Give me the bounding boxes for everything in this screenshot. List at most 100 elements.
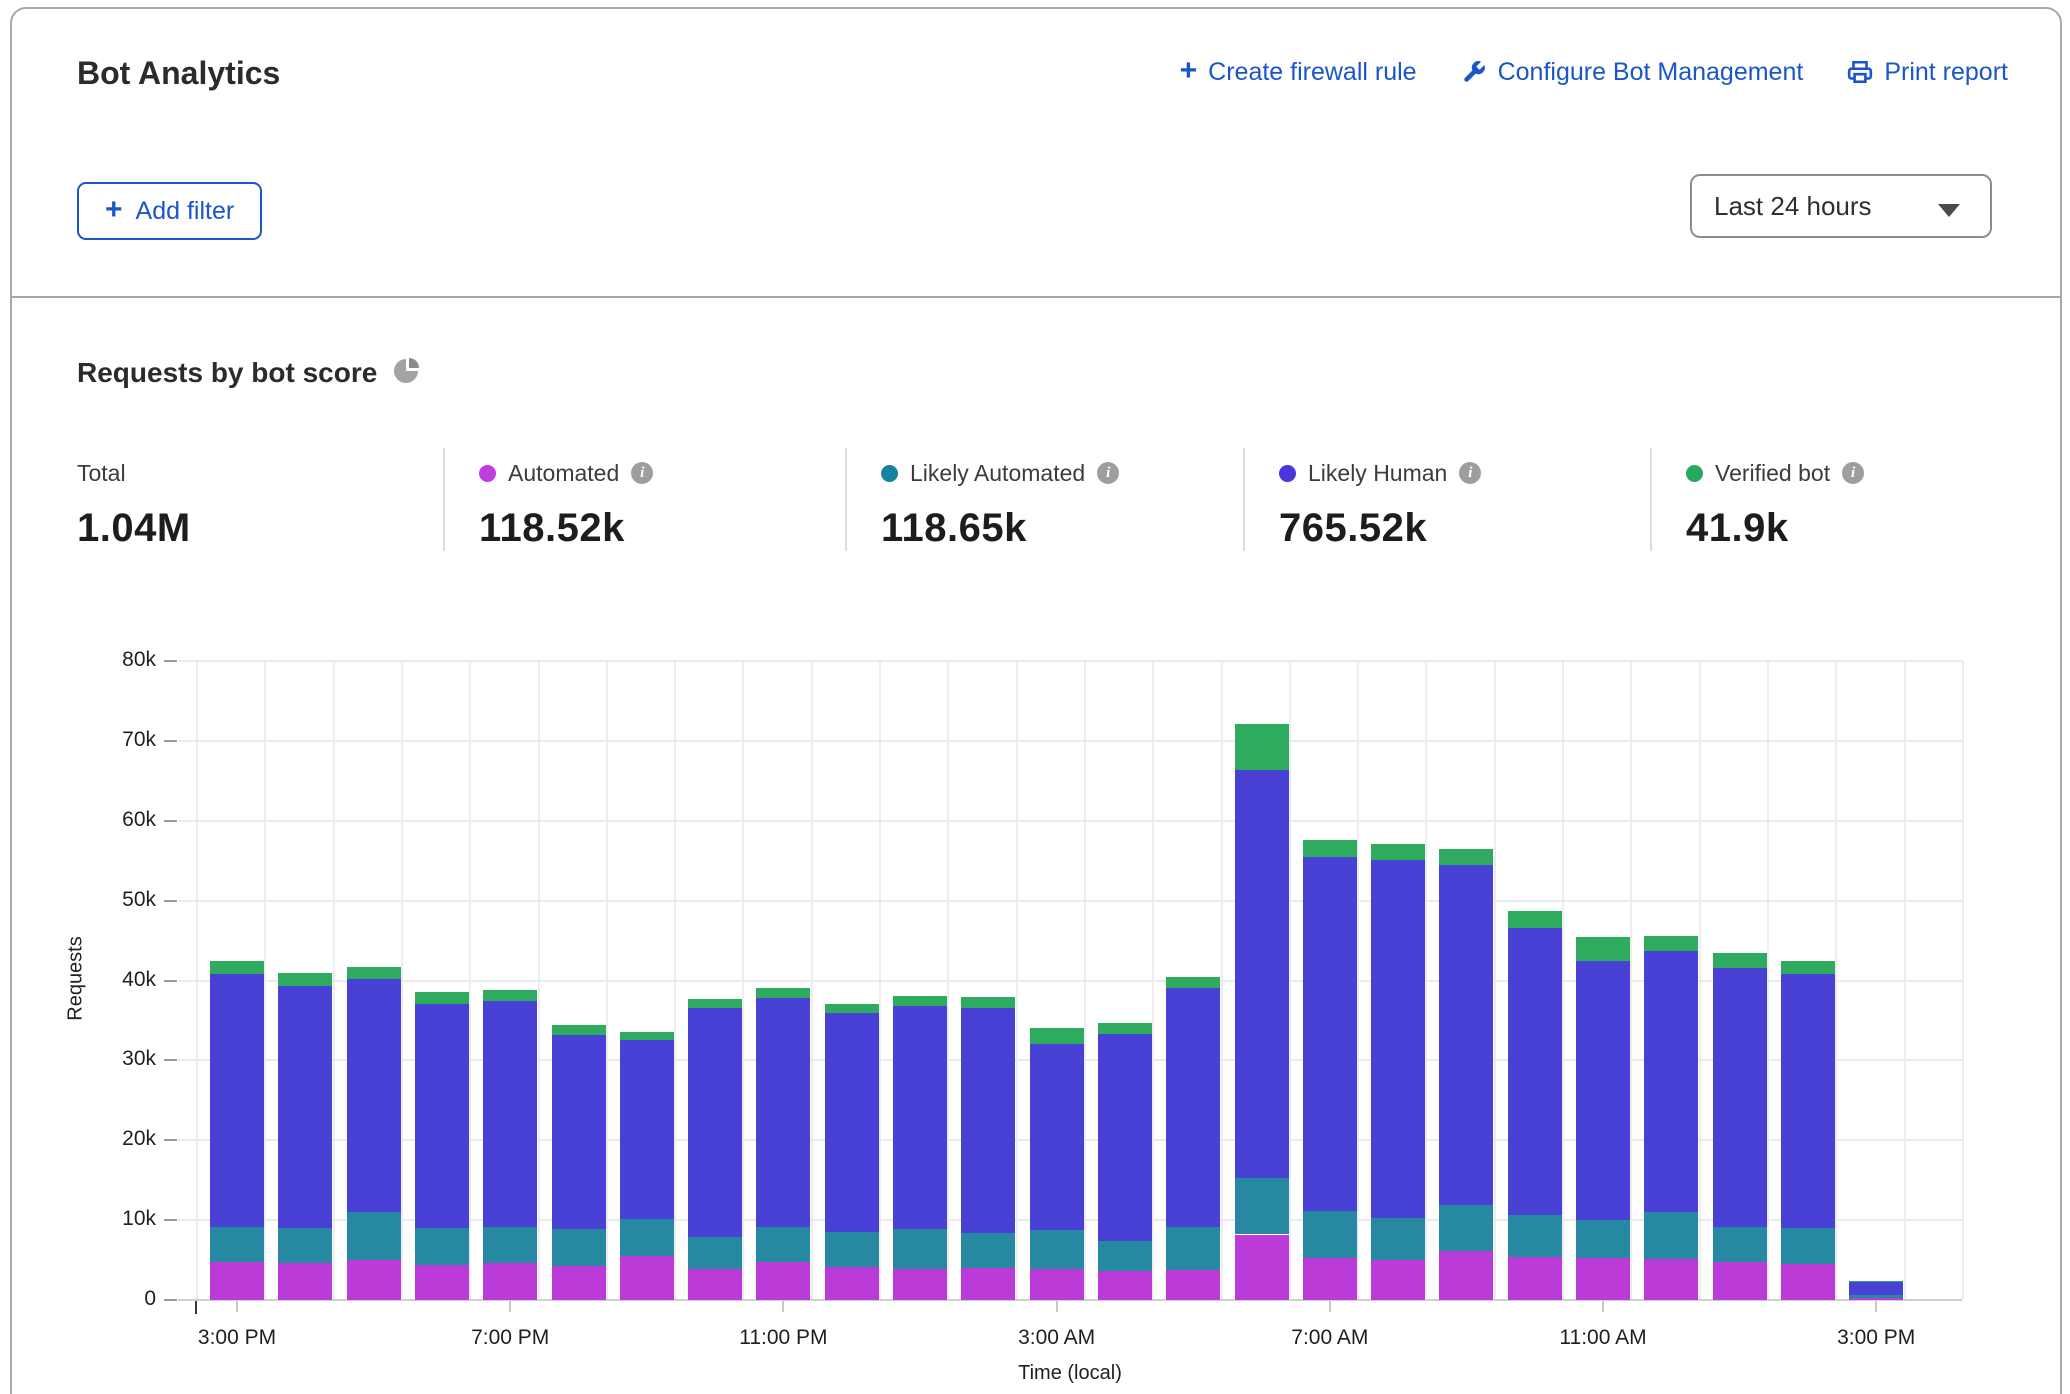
bar-segment-likely-human[interactable]: [552, 1035, 606, 1229]
bar-segment-likely-human[interactable]: [1644, 951, 1698, 1212]
bar-segment-automated[interactable]: [1098, 1271, 1152, 1300]
bar-segment-automated[interactable]: [620, 1256, 674, 1300]
bar-segment-verified-bot[interactable]: [1098, 1023, 1152, 1034]
bar-segment-likely-automated[interactable]: [1439, 1205, 1493, 1251]
bar-segment-automated[interactable]: [1371, 1260, 1425, 1300]
bar-segment-automated[interactable]: [1576, 1258, 1630, 1300]
bar-segment-likely-human[interactable]: [1235, 770, 1289, 1177]
bar-segment-verified-bot[interactable]: [688, 999, 742, 1009]
bar-segment-automated[interactable]: [1030, 1269, 1084, 1300]
bar-segment-automated[interactable]: [483, 1263, 537, 1300]
bar-segment-likely-human[interactable]: [1508, 928, 1562, 1216]
bar-segment-automated[interactable]: [756, 1262, 810, 1300]
bar-segment-automated[interactable]: [893, 1269, 947, 1300]
bar-segment-likely-automated[interactable]: [347, 1212, 401, 1260]
bar-segment-automated[interactable]: [688, 1269, 742, 1300]
bar-segment-likely-human[interactable]: [1576, 961, 1630, 1220]
bar-segment-likely-automated[interactable]: [825, 1232, 879, 1267]
bar-segment-automated[interactable]: [347, 1260, 401, 1300]
bar-segment-verified-bot[interactable]: [1166, 977, 1220, 988]
bar-segment-likely-human[interactable]: [893, 1006, 947, 1229]
bar-segment-automated[interactable]: [1713, 1262, 1767, 1300]
bar-segment-automated[interactable]: [278, 1263, 332, 1300]
bar-segment-verified-bot[interactable]: [756, 988, 810, 998]
bar-segment-verified-bot[interactable]: [1713, 953, 1767, 967]
bar-segment-verified-bot[interactable]: [825, 1004, 879, 1014]
bar-segment-automated[interactable]: [1303, 1258, 1357, 1300]
bar-segment-likely-automated[interactable]: [552, 1229, 606, 1266]
bar-segment-verified-bot[interactable]: [210, 961, 264, 975]
bar-segment-likely-automated[interactable]: [1849, 1295, 1903, 1297]
time-range-dropdown[interactable]: Last 24 hours: [1690, 174, 1992, 238]
bar-segment-likely-human[interactable]: [483, 1001, 537, 1227]
bar-segment-automated[interactable]: [1166, 1270, 1220, 1300]
bar-segment-likely-human[interactable]: [620, 1040, 674, 1218]
bar-segment-likely-human[interactable]: [756, 998, 810, 1227]
bar-segment-likely-automated[interactable]: [210, 1227, 264, 1263]
bar-segment-verified-bot[interactable]: [1030, 1028, 1084, 1043]
bar-segment-likely-human[interactable]: [415, 1004, 469, 1228]
bar-segment-likely-human[interactable]: [1439, 865, 1493, 1204]
bar-segment-likely-automated[interactable]: [1508, 1215, 1562, 1257]
bar-segment-verified-bot[interactable]: [1781, 961, 1835, 974]
bar-segment-likely-human[interactable]: [1303, 857, 1357, 1211]
bar-segment-likely-human[interactable]: [825, 1013, 879, 1232]
bar-segment-automated[interactable]: [1439, 1251, 1493, 1300]
bar-segment-verified-bot[interactable]: [1508, 911, 1562, 928]
bar-segment-verified-bot[interactable]: [483, 990, 537, 1001]
bar-segment-verified-bot[interactable]: [961, 997, 1015, 1008]
info-icon[interactable]: i: [631, 462, 653, 484]
print-report-link[interactable]: Print report: [1847, 58, 2008, 87]
bar-segment-likely-human[interactable]: [347, 979, 401, 1212]
bar-segment-likely-human[interactable]: [1098, 1034, 1152, 1241]
bar-segment-automated[interactable]: [210, 1262, 264, 1300]
bar-segment-verified-bot[interactable]: [1303, 840, 1357, 857]
bar-segment-verified-bot[interactable]: [1644, 936, 1698, 951]
bar-segment-likely-automated[interactable]: [483, 1227, 537, 1263]
bar-segment-likely-human[interactable]: [1166, 988, 1220, 1228]
bar-segment-likely-automated[interactable]: [893, 1229, 947, 1269]
bar-segment-automated[interactable]: [1644, 1259, 1698, 1300]
bar-segment-likely-automated[interactable]: [1030, 1230, 1084, 1269]
bar-segment-likely-automated[interactable]: [1166, 1227, 1220, 1269]
configure-bot-management-link[interactable]: Configure Bot Management: [1461, 58, 1804, 87]
bar-segment-likely-human[interactable]: [688, 1008, 742, 1236]
bar-segment-automated[interactable]: [1849, 1298, 1903, 1300]
bar-segment-likely-human[interactable]: [961, 1008, 1015, 1232]
bar-segment-automated[interactable]: [961, 1268, 1015, 1300]
add-filter-button[interactable]: + Add filter: [77, 182, 262, 240]
bar-segment-likely-human[interactable]: [1781, 974, 1835, 1228]
bar-segment-verified-bot[interactable]: [552, 1025, 606, 1035]
bar-segment-likely-automated[interactable]: [1098, 1241, 1152, 1271]
bar-segment-verified-bot[interactable]: [278, 973, 332, 987]
bar-segment-verified-bot[interactable]: [1576, 937, 1630, 962]
bar-segment-automated[interactable]: [1235, 1235, 1289, 1300]
bar-segment-likely-automated[interactable]: [1781, 1228, 1835, 1264]
bar-segment-verified-bot[interactable]: [415, 992, 469, 1004]
bar-segment-likely-automated[interactable]: [961, 1233, 1015, 1268]
bar-segment-automated[interactable]: [1781, 1264, 1835, 1300]
bar-segment-likely-automated[interactable]: [1644, 1212, 1698, 1259]
bar-segment-likely-automated[interactable]: [1303, 1211, 1357, 1258]
bar-segment-likely-automated[interactable]: [415, 1228, 469, 1265]
info-icon[interactable]: i: [1842, 462, 1864, 484]
bar-segment-verified-bot[interactable]: [620, 1032, 674, 1041]
create-firewall-rule-link[interactable]: + Create firewall rule: [1180, 57, 1417, 87]
bar-segment-likely-human[interactable]: [1713, 968, 1767, 1228]
bar-segment-verified-bot[interactable]: [1371, 844, 1425, 860]
bar-segment-verified-bot[interactable]: [1235, 724, 1289, 770]
bar-segment-likely-human[interactable]: [278, 986, 332, 1228]
info-icon[interactable]: i: [1459, 462, 1481, 484]
bar-segment-likely-human[interactable]: [1849, 1282, 1903, 1296]
bar-segment-likely-automated[interactable]: [620, 1219, 674, 1257]
bar-segment-automated[interactable]: [552, 1266, 606, 1300]
bar-segment-likely-automated[interactable]: [1713, 1227, 1767, 1262]
info-icon[interactable]: i: [1097, 462, 1119, 484]
bar-segment-likely-automated[interactable]: [688, 1237, 742, 1269]
bar-segment-verified-bot[interactable]: [347, 967, 401, 979]
bar-segment-likely-automated[interactable]: [756, 1227, 810, 1261]
bar-segment-likely-human[interactable]: [1030, 1044, 1084, 1230]
bar-segment-likely-human[interactable]: [1371, 860, 1425, 1218]
bar-segment-automated[interactable]: [415, 1265, 469, 1300]
bar-segment-likely-automated[interactable]: [278, 1228, 332, 1263]
